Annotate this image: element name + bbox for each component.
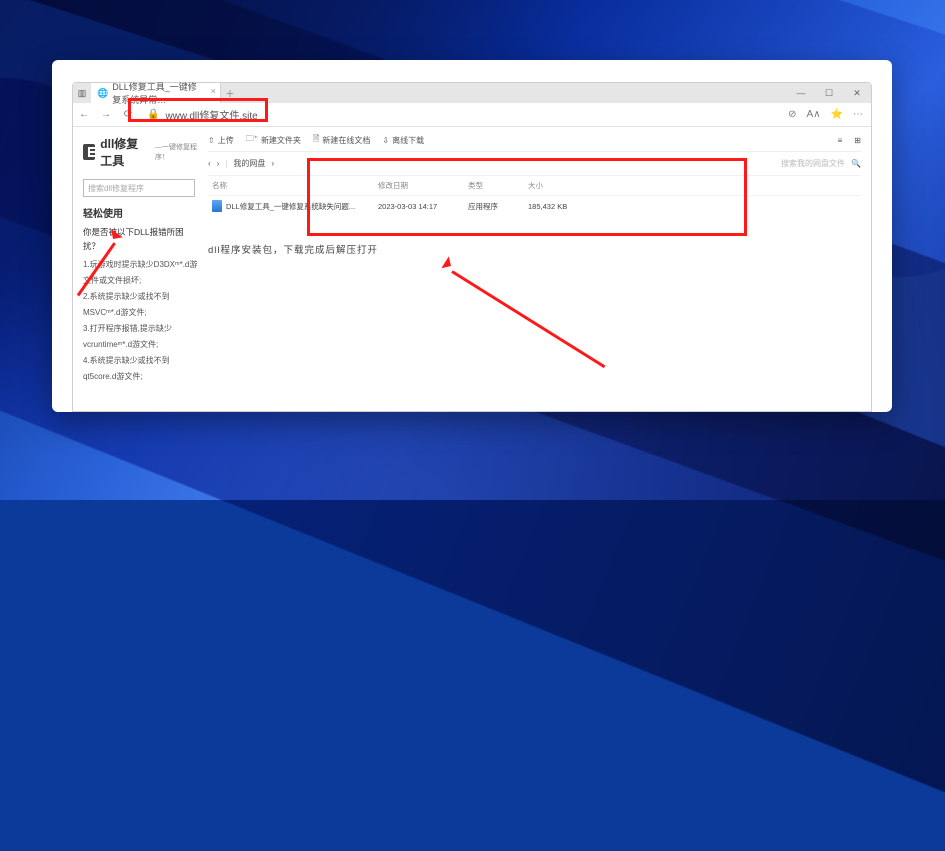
exe-file-icon xyxy=(212,200,222,212)
browser-tab-bar: ▥ 🌐 DLL修复工具_一键修复系统异常… × ＋ — ☐ ✕ xyxy=(73,83,871,103)
file-size: 185,432 KB xyxy=(528,202,598,211)
upload-icon: ⇧ xyxy=(208,136,215,145)
crumb-back[interactable]: ‹ xyxy=(208,159,211,168)
window-controls: — ☐ ✕ xyxy=(787,83,871,103)
site-sidebar: dll修复工具 —一键修复程序！ 搜索dll修复程序 轻松使用 你是否被以下DL… xyxy=(73,127,198,411)
new-folder-button[interactable]: 🗀⁺新建文件夹 xyxy=(246,133,301,147)
brand-subtitle: —一键修复程序！ xyxy=(155,142,198,162)
site-brand: dll修复工具 —一键修复程序！ xyxy=(83,135,198,169)
site-search-input[interactable]: 搜索dll修复程序 xyxy=(83,179,195,197)
col-date[interactable]: 修改日期 xyxy=(378,180,468,191)
new-doc-button[interactable]: 🗎新建在线文档 xyxy=(313,133,370,147)
list-item: 3.打开程序报错,提示缺少 vcruntimeᵐ*.d游文件; xyxy=(83,321,198,353)
browser-tab[interactable]: 🌐 DLL修复工具_一键修复系统异常… × xyxy=(91,83,221,103)
maximize-button[interactable]: ☐ xyxy=(815,83,843,103)
search-placeholder: 搜索dll修复程序 xyxy=(88,183,144,194)
panel-message: dll程序安装包，下载完成后解压打开 xyxy=(208,242,861,256)
tab-list-icon[interactable]: ▥ xyxy=(73,84,91,102)
crumb-forward[interactable]: › xyxy=(217,159,220,168)
file-name: DLL修复工具_一键修复系统缺失问题... xyxy=(226,201,355,212)
read-aloud-icon[interactable]: A∧ xyxy=(807,109,821,120)
close-tab-button[interactable]: × xyxy=(211,86,216,96)
upload-button[interactable]: ⇧上传 xyxy=(208,135,234,146)
btn-label: 上传 xyxy=(218,135,234,146)
grid-view-icon[interactable]: ⊞ xyxy=(854,136,861,145)
globe-icon: 🌐 xyxy=(97,88,108,99)
chevron-right-icon: › xyxy=(271,159,274,168)
folder-plus-icon: 🗀⁺ xyxy=(246,133,258,147)
screenshot-card: ▥ 🌐 DLL修复工具_一键修复系统异常… × ＋ — ☐ ✕ ← → ⟳ 🔒 … xyxy=(52,60,892,412)
crumb-label[interactable]: 我的网盘 xyxy=(233,158,265,169)
menu-icon[interactable]: ⋯ xyxy=(853,109,863,120)
minimize-button[interactable]: — xyxy=(787,83,815,103)
back-button[interactable]: ← xyxy=(73,109,95,120)
file-type: 应用程序 xyxy=(468,201,528,212)
search-icon[interactable]: 🔍 xyxy=(851,159,861,168)
btn-label: 新建在线文档 xyxy=(322,135,370,146)
new-tab-button[interactable]: ＋ xyxy=(221,87,239,100)
btn-label: 离线下载 xyxy=(392,135,424,146)
tab-title: DLL修复工具_一键修复系统异常… xyxy=(112,80,202,106)
download-icon: ⇩ xyxy=(382,136,389,145)
symptom-list: 1.玩游戏时提示缺少D3DXᵐ*.d游文件或文件损坏; 2.系统提示缺少或找不到… xyxy=(83,257,198,385)
list-item: 2.系统提示缺少或找不到 MSVCᵐ*.d游文件; xyxy=(83,289,198,321)
sidebar-heading: 轻松使用 xyxy=(83,205,198,220)
doc-icon: 🗎 xyxy=(313,133,319,147)
browser-address-bar: ← → ⟳ 🔒 www.dll修复文件.site ⊘ A∧ ⭐ ⋯ xyxy=(73,103,871,127)
col-type[interactable]: 类型 xyxy=(468,180,528,191)
block-icon[interactable]: ⊘ xyxy=(788,109,796,120)
favorites-icon[interactable]: ⭐ xyxy=(831,109,843,120)
btn-label: 新建文件夹 xyxy=(261,135,301,146)
lock-icon: 🔒 xyxy=(147,109,159,120)
brand-logo-icon xyxy=(83,144,95,160)
brand-title: dll修复工具 xyxy=(100,135,148,169)
forward-button[interactable]: → xyxy=(95,109,117,120)
col-size[interactable]: 大小 xyxy=(528,180,598,191)
panel-toolbar: ⇧上传 🗀⁺新建文件夹 🗎新建在线文档 ⇩离线下载 ≡ ⊞ xyxy=(208,133,861,152)
browser-window: ▥ 🌐 DLL修复工具_一键修复系统异常… × ＋ — ☐ ✕ ← → ⟳ 🔒 … xyxy=(72,82,872,412)
list-view-icon[interactable]: ≡ xyxy=(838,136,843,145)
table-header: 名称 修改日期 类型 大小 xyxy=(208,176,861,196)
page-content: dll修复工具 —一键修复程序！ 搜索dll修复程序 轻松使用 你是否被以下DL… xyxy=(73,127,871,411)
toolbar-right: ⊘ A∧ ⭐ ⋯ xyxy=(788,109,863,120)
reload-button[interactable]: ⟳ xyxy=(117,109,139,120)
file-date: 2023-03-03 14:17 xyxy=(378,202,468,211)
col-name[interactable]: 名称 xyxy=(208,180,378,191)
list-item: 4.系统提示缺少或找不到 qt5core.d游文件; xyxy=(83,353,198,385)
download-button[interactable]: ⇩离线下载 xyxy=(382,135,424,146)
table-row[interactable]: DLL修复工具_一键修复系统缺失问题... 2023-03-03 14:17 应… xyxy=(208,196,861,216)
url-text: www.dll修复文件.site xyxy=(165,107,257,122)
cloud-panel: ⇧上传 🗀⁺新建文件夹 🗎新建在线文档 ⇩离线下载 ≡ ⊞ ‹ › | 我的网盘… xyxy=(198,127,871,411)
panel-search[interactable]: 搜索我的网盘文件 xyxy=(781,158,845,169)
breadcrumb: ‹ › | 我的网盘 › 搜索我的网盘文件 🔍 xyxy=(208,152,861,176)
url-box[interactable]: 🔒 www.dll修复文件.site xyxy=(139,106,788,124)
close-button[interactable]: ✕ xyxy=(843,83,871,103)
sidebar-question: 你是否被以下DLL报错所困扰？ xyxy=(83,226,198,253)
